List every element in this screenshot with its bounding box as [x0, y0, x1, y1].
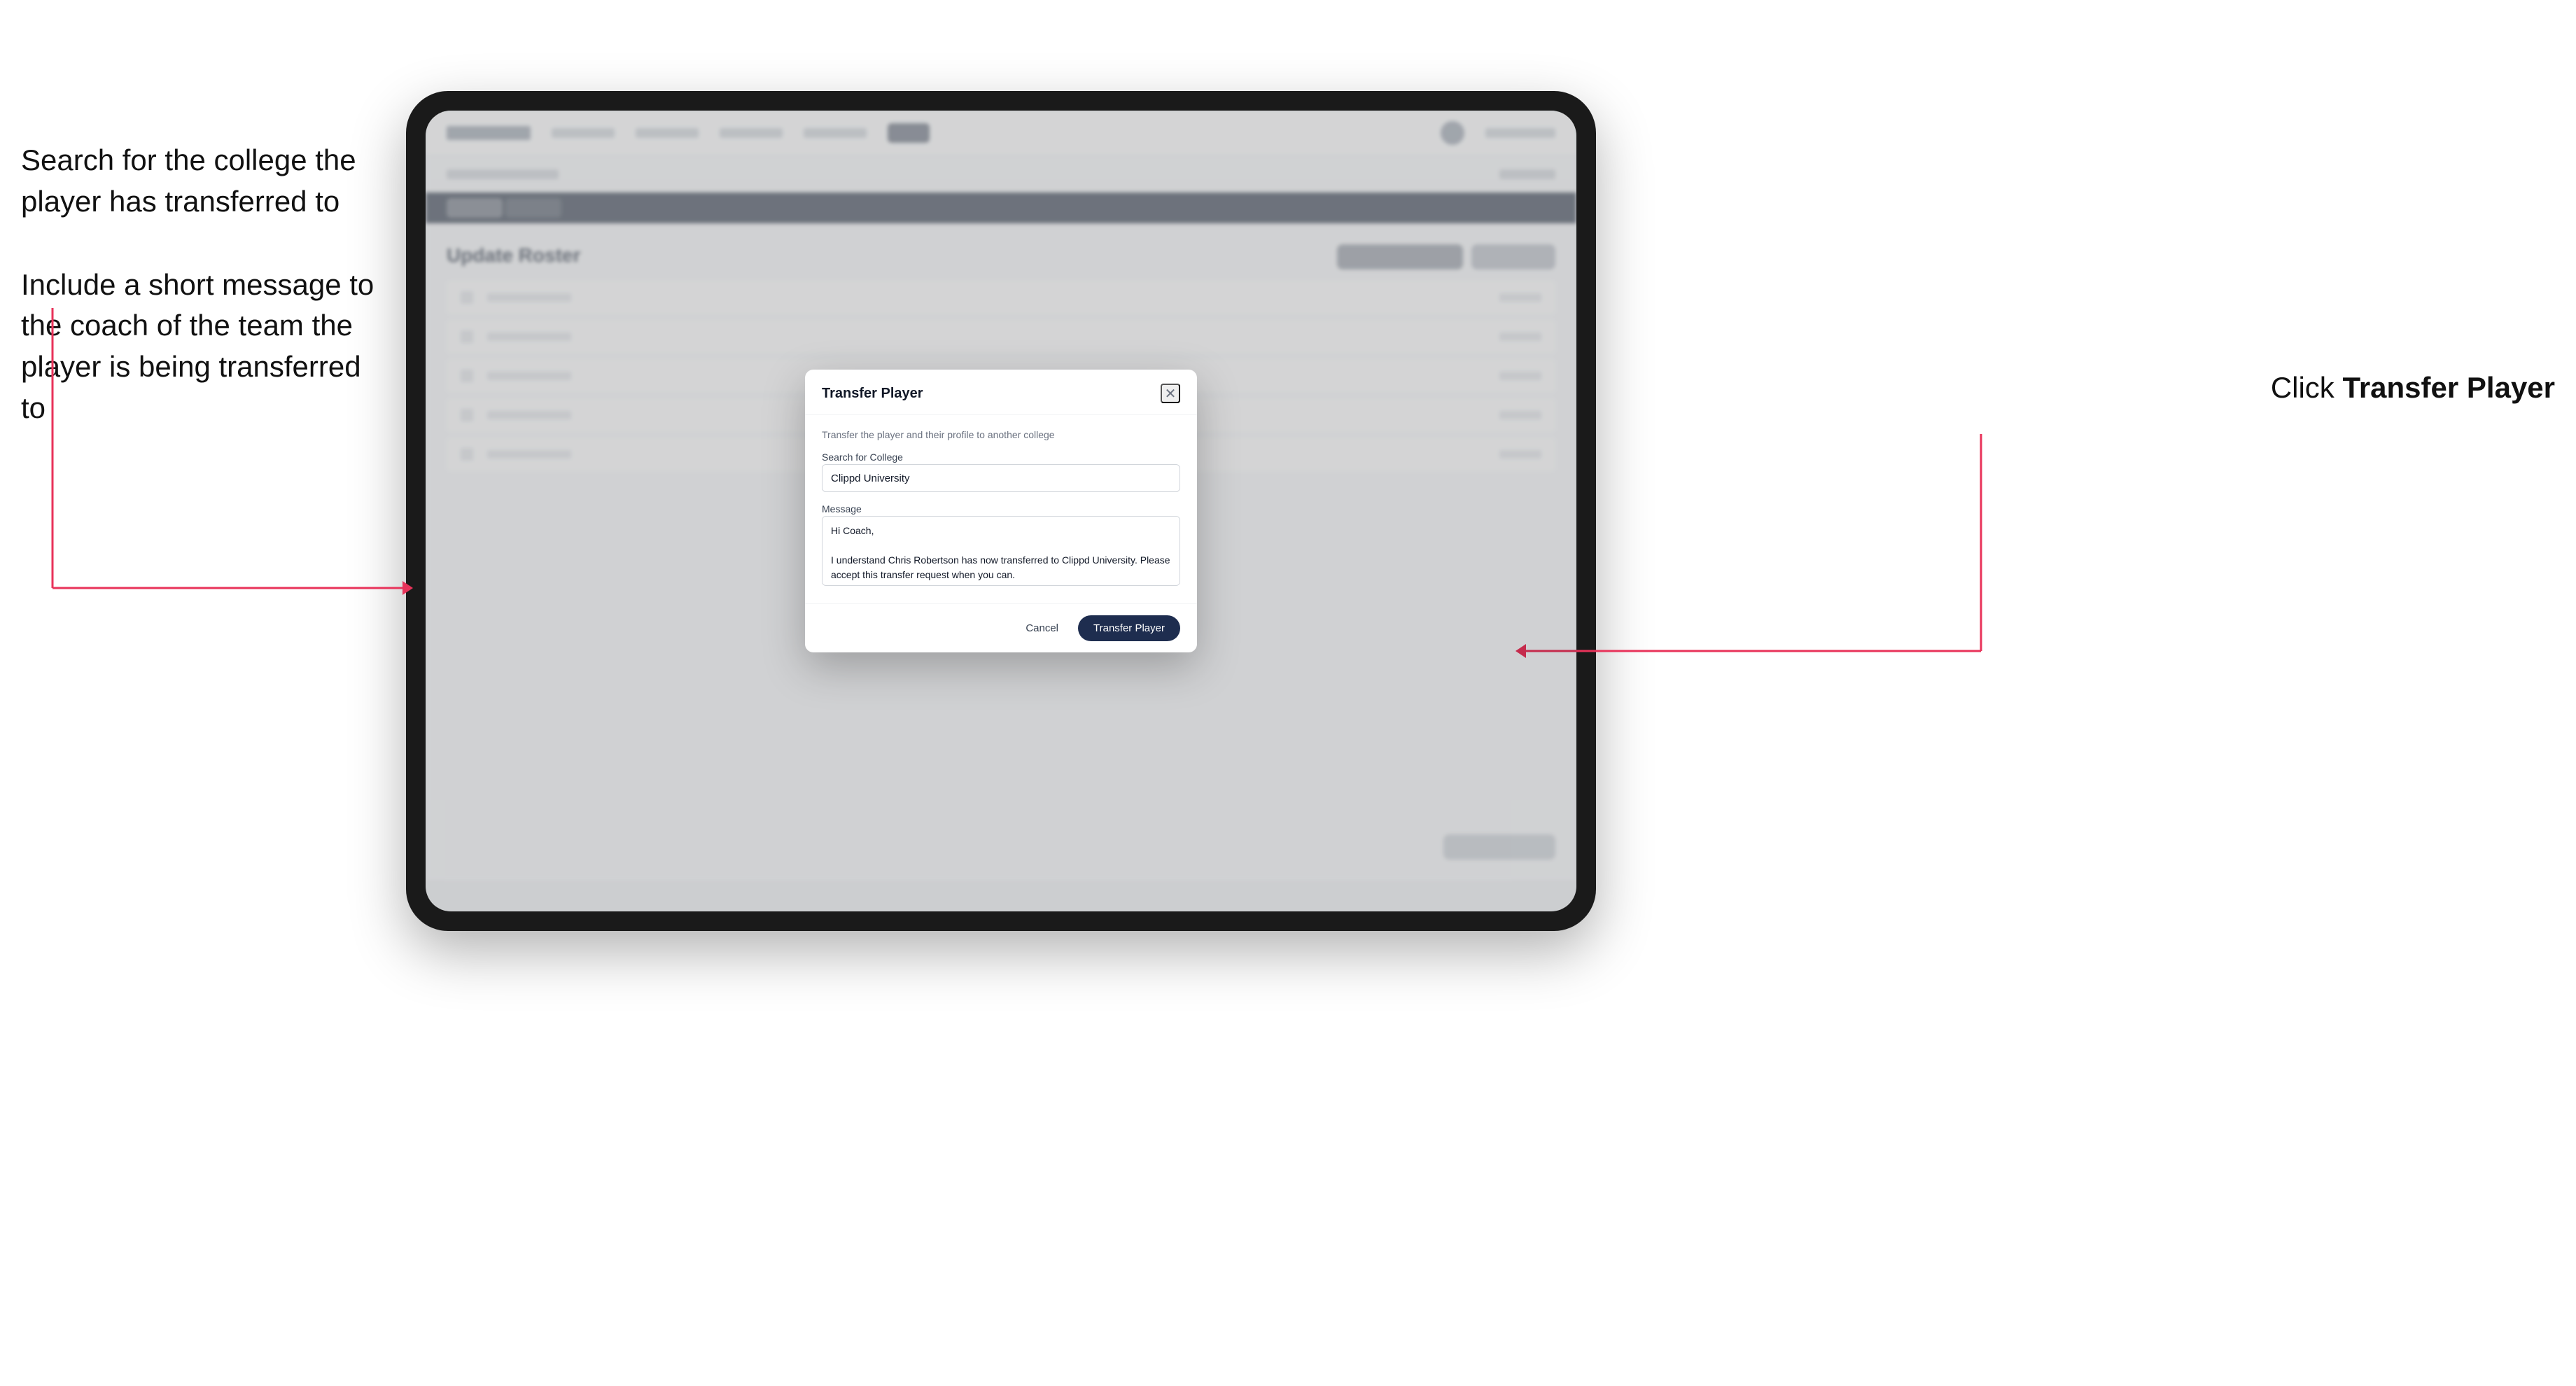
modal-footer: Cancel Transfer Player [805, 603, 1197, 652]
annotation-text-1: Search for the college the player has tr… [21, 140, 385, 223]
modal-subtitle: Transfer the player and their profile to… [822, 429, 1180, 440]
modal-title: Transfer Player [822, 386, 923, 402]
modal-close-button[interactable]: ✕ [1161, 384, 1180, 403]
transfer-player-button[interactable]: Transfer Player [1078, 615, 1180, 641]
message-label: Message [822, 503, 862, 514]
cancel-button[interactable]: Cancel [1014, 617, 1070, 640]
tablet-screen: Update Roster [426, 111, 1576, 911]
annotation-right: Click Transfer Player [2271, 371, 2555, 405]
search-college-label: Search for College [822, 451, 903, 463]
tablet-frame: Update Roster [406, 91, 1596, 931]
modal-body: Transfer the player and their profile to… [805, 415, 1197, 603]
annotation-right-text: Click Transfer Player [2271, 371, 2555, 405]
transfer-player-modal: Transfer Player ✕ Transfer the player an… [805, 370, 1197, 652]
modal-overlay: Transfer Player ✕ Transfer the player an… [426, 111, 1576, 911]
modal-header: Transfer Player ✕ [805, 370, 1197, 415]
search-college-input[interactable] [822, 464, 1180, 492]
annotation-left: Search for the college the player has tr… [21, 140, 385, 471]
annotation-text-2: Include a short message to the coach of … [21, 265, 385, 429]
message-textarea[interactable]: Hi Coach, I understand Chris Robertson h… [822, 516, 1180, 586]
